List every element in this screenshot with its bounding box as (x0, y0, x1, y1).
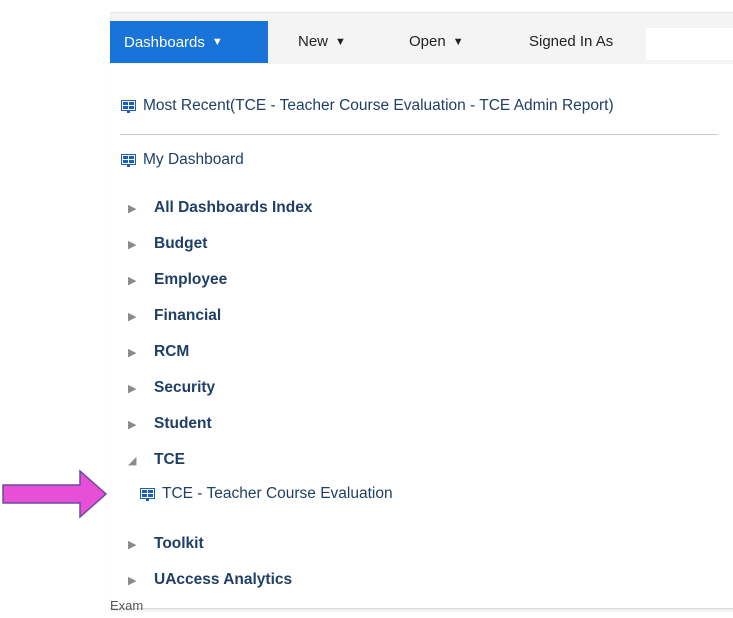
category-label: Employee (154, 271, 228, 288)
category-label: UAccess Analytics (154, 571, 293, 588)
triangle-right-icon: ▶ (128, 202, 137, 215)
triangle-right-icon: ▶ (128, 382, 137, 395)
caret-down-icon: ▼ (335, 35, 346, 48)
category-label: RCM (154, 343, 190, 360)
menu-divider (120, 134, 718, 135)
tce-teacher-course-evaluation-item[interactable]: TCE - Teacher Course Evaluation (140, 485, 393, 503)
triangle-right-icon: ▶ (128, 238, 137, 251)
category-label: All Dashboards Index (154, 199, 313, 216)
category-label: TCE (154, 451, 185, 468)
dashboards-menu-button[interactable]: Dashboards ▼ (110, 21, 268, 63)
category-financial[interactable]: ▶ Financial (128, 307, 221, 325)
triangle-right-icon: ▶ (128, 538, 137, 551)
open-menu-button[interactable]: Open ▼ (409, 33, 464, 50)
category-employee[interactable]: ▶ Employee (128, 271, 227, 289)
category-security[interactable]: ▶ Security (128, 379, 215, 397)
category-student[interactable]: ▶ Student (128, 415, 212, 433)
category-tce[interactable]: ◢ TCE (128, 451, 185, 469)
dashboards-label: Dashboards (124, 33, 205, 51)
partially-hidden-item[interactable]: Exam (110, 598, 143, 613)
signed-in-label: Signed In As (529, 33, 614, 50)
dashboards-dropdown-panel (110, 64, 733, 609)
dashboard-icon (121, 153, 136, 167)
my-dashboard-label: My Dashboard (143, 151, 244, 168)
triangle-right-icon: ▶ (128, 346, 137, 359)
triangle-right-icon: ▶ (128, 574, 137, 587)
triangle-right-icon: ▶ (128, 274, 137, 287)
new-menu-button[interactable]: New ▼ (298, 33, 346, 50)
category-label: Security (154, 379, 216, 396)
caret-down-icon: ▼ (211, 36, 223, 48)
category-budget[interactable]: ▶ Budget (128, 235, 207, 253)
pointer-arrow-icon (2, 469, 108, 519)
most-recent-item[interactable]: Most Recent(TCE - Teacher Course Evaluat… (121, 97, 614, 115)
category-all-dashboards-index[interactable]: ▶ All Dashboards Index (128, 199, 312, 217)
category-label: Financial (154, 307, 222, 324)
dashboard-icon (121, 99, 136, 113)
tce-child-label: TCE - Teacher Course Evaluation (162, 485, 393, 502)
triangle-right-icon: ▶ (128, 418, 137, 431)
category-rcm[interactable]: ▶ RCM (128, 343, 189, 361)
category-uaccess-analytics[interactable]: ▶ UAccess Analytics (128, 571, 292, 589)
category-label: Toolkit (154, 535, 204, 552)
my-dashboard-item[interactable]: My Dashboard (121, 151, 244, 169)
triangle-expanded-icon: ◢ (128, 454, 137, 467)
category-toolkit[interactable]: ▶ Toolkit (128, 535, 204, 553)
dashboard-icon (140, 487, 155, 501)
open-label: Open (409, 33, 446, 50)
signed-in-user-field (646, 28, 733, 60)
caret-down-icon: ▼ (452, 35, 464, 48)
category-label: Budget (154, 235, 208, 252)
triangle-right-icon: ▶ (128, 310, 137, 323)
most-recent-label: Most Recent(TCE - Teacher Course Evaluat… (143, 97, 614, 114)
category-label: Student (154, 415, 212, 432)
new-label: New (298, 33, 329, 50)
